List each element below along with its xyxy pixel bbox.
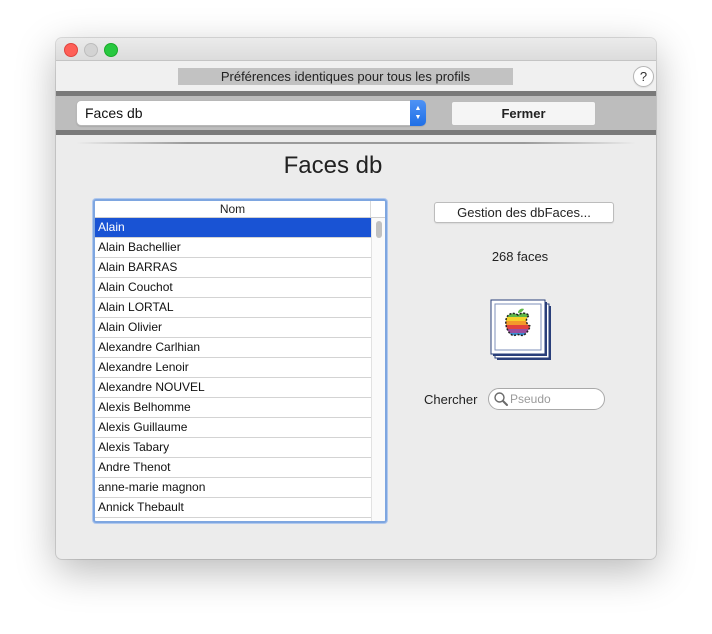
list-item[interactable]: Alain Olivier bbox=[95, 318, 371, 338]
zoom-window-button[interactable] bbox=[104, 43, 118, 57]
close-window-button[interactable] bbox=[64, 43, 78, 57]
manage-dbfaces-button[interactable]: Gestion des dbFaces... bbox=[434, 202, 614, 223]
list-item[interactable]: Alexandre Lenoir bbox=[95, 358, 371, 378]
close-button[interactable]: Fermer bbox=[451, 101, 596, 126]
list-item[interactable]: Alexandre NOUVEL bbox=[95, 378, 371, 398]
popup-selected-value: Faces db bbox=[85, 105, 143, 121]
list-rows: Alain Alain Bachellier Alain BARRAS Alain C… bbox=[95, 218, 371, 518]
list-header: Nom bbox=[95, 201, 385, 218]
list-item[interactable]: Alain Bachellier bbox=[95, 238, 371, 258]
toolbar: Faces db ▲ ▼ Fermer bbox=[56, 96, 656, 130]
toolbar-bottom-border bbox=[56, 130, 656, 135]
preferences-section-popup[interactable]: Faces db ▲ ▼ bbox=[76, 100, 426, 126]
rainbow-apple-icon[interactable] bbox=[490, 298, 556, 364]
list-item[interactable]: Alain bbox=[95, 218, 371, 238]
column-header-nom[interactable]: Nom bbox=[95, 201, 371, 217]
list-item[interactable]: Alain LORTAL bbox=[95, 298, 371, 318]
list-scrollbar[interactable] bbox=[371, 218, 385, 521]
page-title: Faces db bbox=[283, 152, 383, 179]
search-input[interactable] bbox=[510, 390, 598, 407]
faces-count: 268 faces bbox=[491, 249, 549, 264]
search-field[interactable] bbox=[488, 388, 605, 410]
names-list[interactable]: Nom Alain Alain Bachellier Alain BARRAS Ala… bbox=[93, 199, 387, 523]
profile-banner-bar: Préférences identiques pour tous les pro… bbox=[56, 61, 656, 91]
title-bar[interactable] bbox=[56, 38, 656, 61]
preferences-window: Préférences identiques pour tous les pro… bbox=[56, 38, 656, 559]
list-item[interactable]: Alain BARRAS bbox=[95, 258, 371, 278]
scrollbar-thumb[interactable] bbox=[376, 221, 382, 238]
shared-preferences-banner: Préférences identiques pour tous les pro… bbox=[178, 68, 513, 85]
help-button[interactable]: ? bbox=[633, 66, 654, 87]
minimize-window-button[interactable] bbox=[84, 43, 98, 57]
list-item[interactable]: Alexis Belhomme bbox=[95, 398, 371, 418]
magnifier-icon bbox=[493, 391, 509, 407]
list-item[interactable]: Alexis Tabary bbox=[95, 438, 371, 458]
list-item[interactable]: Alexis Guillaume bbox=[95, 418, 371, 438]
list-item[interactable]: Annick Thebault bbox=[95, 498, 371, 518]
list-item[interactable]: Alain Couchot bbox=[95, 278, 371, 298]
popup-chevrons-icon: ▲ ▼ bbox=[410, 100, 426, 126]
list-item[interactable]: anne-marie magnon bbox=[95, 478, 371, 498]
section-divider bbox=[76, 142, 636, 144]
search-label: Chercher bbox=[424, 392, 478, 407]
list-item[interactable]: Alexandre Carlhian bbox=[95, 338, 371, 358]
list-item[interactable]: Andre Thenot bbox=[95, 458, 371, 478]
